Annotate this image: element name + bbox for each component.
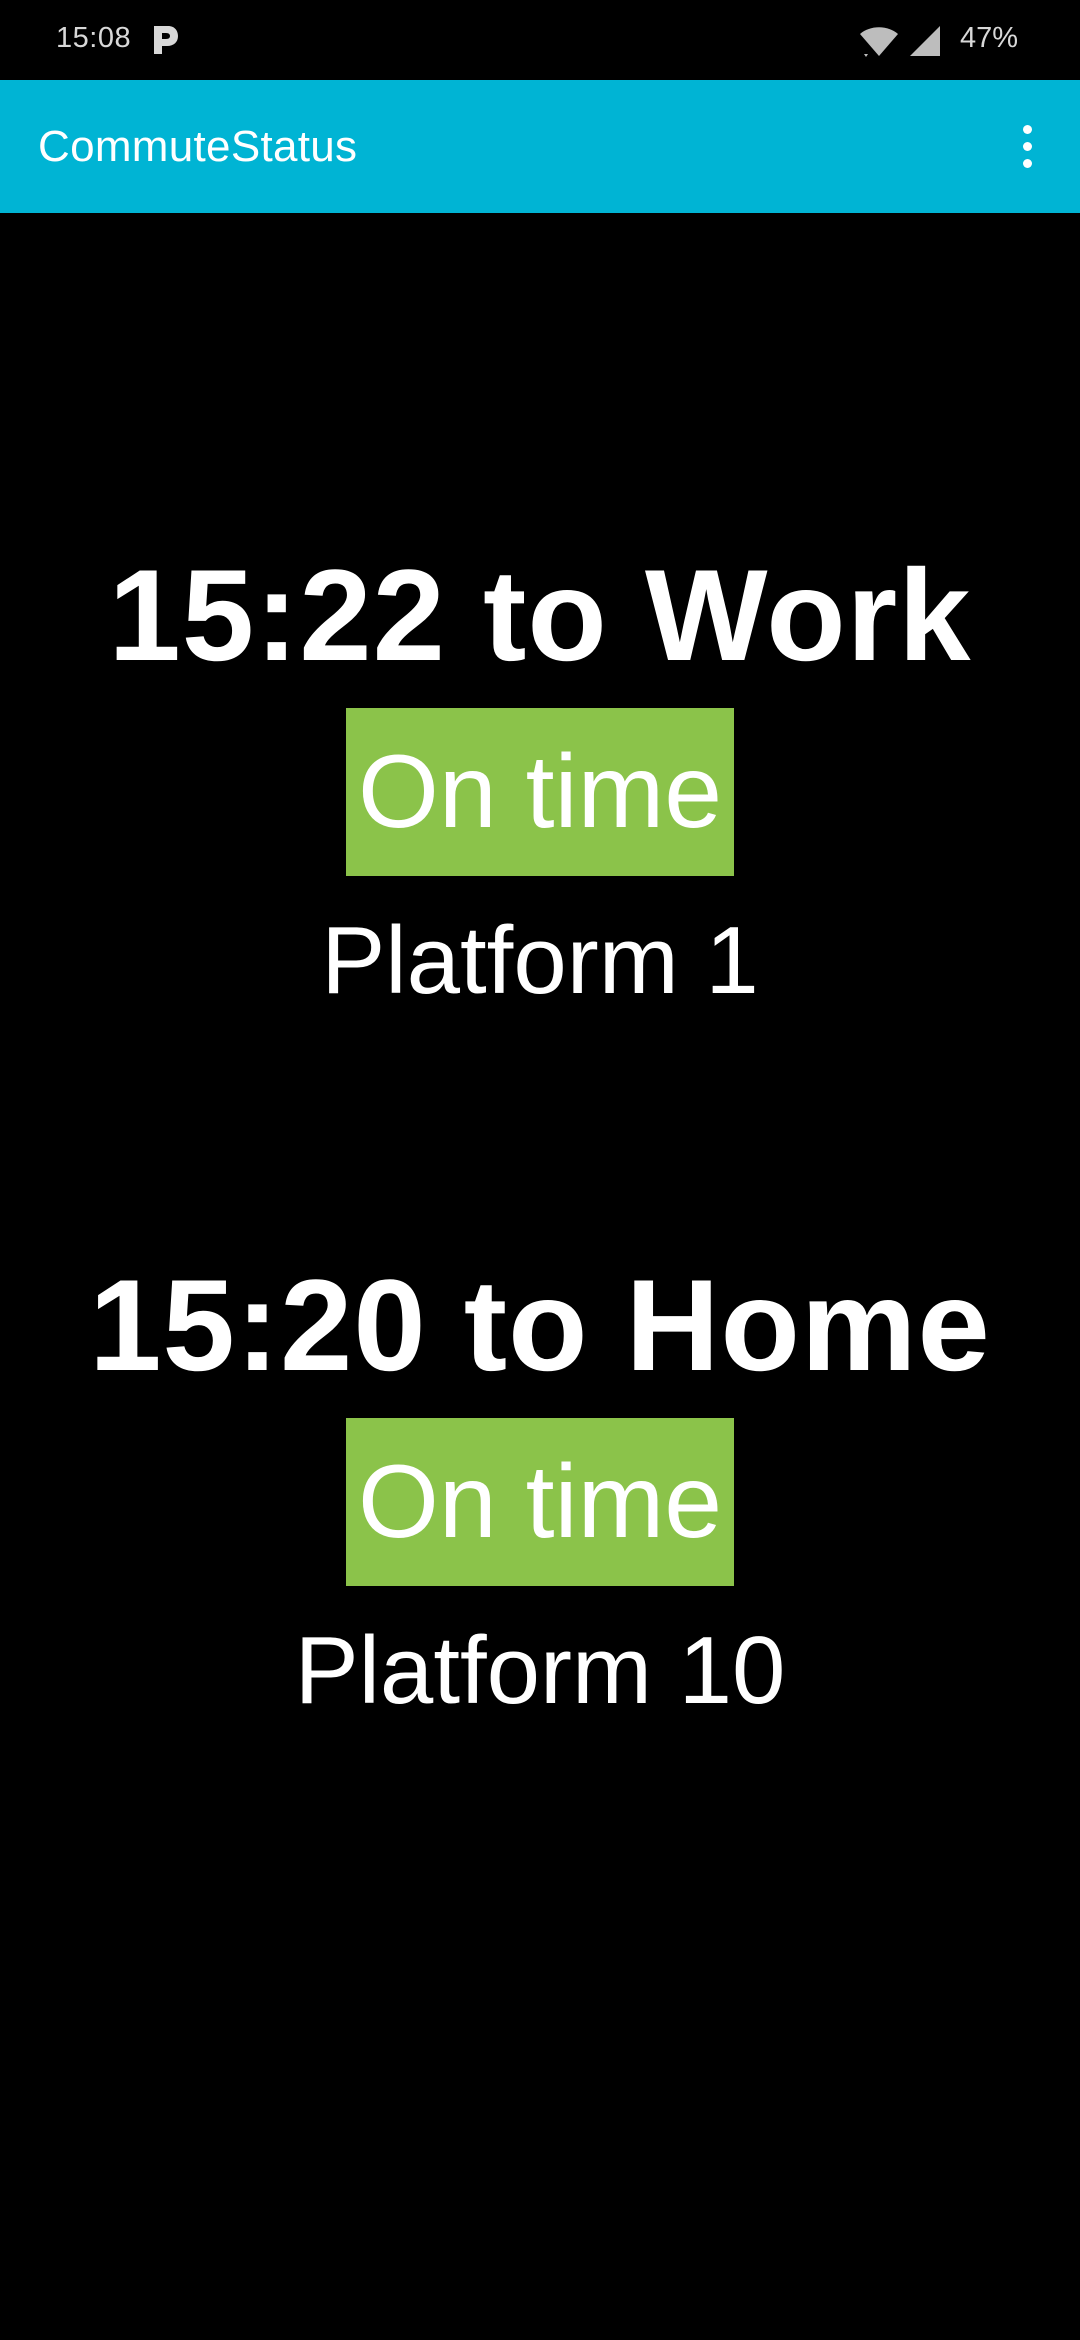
- signal-icon: [910, 26, 940, 56]
- commute-card-home: 15:20 to Home On time Platform 10: [0, 1250, 1080, 1736]
- platform-label: Platform 1: [321, 907, 759, 1014]
- train-title: 15:22 to Work: [108, 542, 972, 688]
- status-badge: On time: [345, 1418, 735, 1586]
- overflow-menu-icon[interactable]: [1004, 114, 1050, 178]
- app-bar: CommuteStatus: [0, 80, 1080, 213]
- menu-dot: [1022, 141, 1032, 151]
- status-badge: On time: [345, 708, 735, 876]
- status-bar: 15:08 47%: [0, 0, 1080, 80]
- status-badge-container: On time: [0, 1418, 1080, 1586]
- battery-percentage: 47%: [960, 22, 1019, 54]
- status-time: 15:08: [56, 22, 132, 54]
- platform-label: Platform 10: [294, 1617, 786, 1724]
- menu-dot: [1022, 158, 1032, 168]
- commute-card-work: 15:22 to Work On time Platform 1: [0, 540, 1080, 1026]
- wifi-icon: [860, 27, 898, 57]
- train-title: 15:20 to Home: [89, 1252, 991, 1398]
- menu-dot: [1022, 124, 1032, 134]
- status-badge-container: On time: [0, 708, 1080, 876]
- p-notification-icon: [154, 26, 178, 54]
- app-title: CommuteStatus: [38, 122, 358, 171]
